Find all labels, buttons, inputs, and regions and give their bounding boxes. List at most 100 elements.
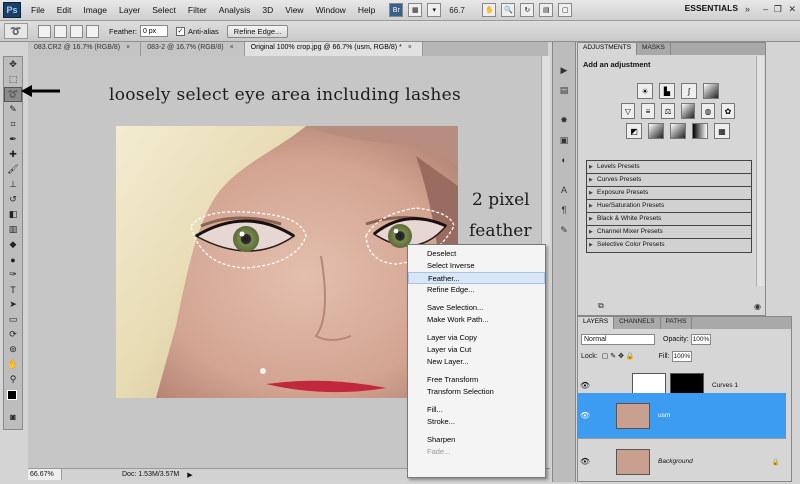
mini-bridge-button[interactable]: ▦	[408, 3, 423, 17]
shape-tool-icon[interactable]: ▭	[4, 312, 22, 327]
adjustments-scrollbar[interactable]	[756, 56, 764, 286]
tab-adjustments[interactable]: ADJUSTMENTS	[578, 43, 638, 55]
swatches-panel-icon[interactable]: ✸	[554, 112, 574, 128]
zoom-tool-icon[interactable]: ⚲	[4, 372, 22, 387]
menu-image[interactable]: Image	[77, 5, 113, 15]
menu-view[interactable]: View	[279, 5, 309, 15]
character-panel-icon[interactable]: A	[554, 182, 574, 198]
history-brush-icon[interactable]: ↺	[4, 192, 22, 207]
visibility-eye-icon[interactable]: 👁	[578, 381, 592, 390]
selective-color-icon[interactable]: ▦	[714, 123, 730, 139]
color-balance-icon[interactable]: ⚖	[661, 103, 675, 119]
menu-item-transform-selection[interactable]: Transform Selection	[408, 386, 545, 398]
opacity-field[interactable]: 100%	[690, 333, 711, 345]
tab-083-cr2[interactable]: 083.CR2 @ 16.7% (RGB/8) ×	[28, 42, 142, 56]
screen-mode-icon[interactable]: ▢	[558, 3, 573, 17]
healing-brush-icon[interactable]: ✚	[4, 147, 22, 162]
workspace-chevron-icon[interactable]: »	[745, 4, 750, 14]
exposure-icon[interactable]	[703, 83, 719, 99]
feather-input[interactable]	[139, 25, 168, 37]
new-selection-icon[interactable]	[38, 24, 51, 38]
3d-rotate-icon[interactable]: ⟳	[4, 327, 22, 342]
rotate-view-icon[interactable]: ↻	[520, 3, 535, 17]
actions-panel-icon[interactable]: ▤	[554, 82, 574, 98]
menu-3d[interactable]: 3D	[256, 5, 279, 15]
zoom-tool-icon[interactable]: 🔍	[501, 3, 516, 17]
tab-channels[interactable]: CHANNELS	[614, 317, 661, 329]
menu-item-free-transform[interactable]: Free Transform	[408, 374, 545, 386]
menu-help[interactable]: Help	[352, 5, 381, 15]
invert-icon[interactable]: ◩	[626, 123, 642, 139]
intersect-selection-icon[interactable]	[86, 24, 99, 38]
vibrance-icon[interactable]: ▽	[621, 103, 635, 119]
paragraph-panel-icon[interactable]: ¶	[554, 202, 574, 218]
adjustments-options-icon[interactable]: ◉	[754, 302, 761, 311]
3d-orbit-icon[interactable]: ⊚	[4, 342, 22, 357]
crop-tool-icon[interactable]: ⌗	[4, 117, 22, 132]
preset-black-white[interactable]: Black & White Presets	[587, 213, 751, 226]
view-extras-button[interactable]: ▾	[427, 3, 442, 17]
preset-exposure[interactable]: Exposure Presets	[587, 187, 751, 200]
add-selection-icon[interactable]	[54, 24, 67, 38]
arrange-documents-icon[interactable]: ▤	[539, 3, 554, 17]
lasso-preset-icon[interactable]: ➰	[4, 23, 28, 39]
blur-tool-icon[interactable]: ◆	[4, 237, 22, 252]
brushes-panel-icon[interactable]: ✎	[554, 222, 574, 238]
posterize-icon[interactable]	[648, 123, 664, 139]
preset-selective-color[interactable]: Selective Color Presets	[587, 239, 751, 252]
close-tab-icon[interactable]: ×	[230, 44, 234, 51]
preset-channel-mixer[interactable]: Channel Mixer Presets	[587, 226, 751, 239]
photo-filter-icon[interactable]: ◍	[701, 103, 715, 119]
preset-levels[interactable]: Levels Presets	[587, 161, 751, 174]
menu-filter[interactable]: Filter	[182, 5, 213, 15]
channel-mixer-icon[interactable]: ✿	[721, 103, 735, 119]
menu-item-make-work-path[interactable]: Make Work Path...	[408, 314, 545, 326]
menu-item-select-inverse[interactable]: Select Inverse	[408, 260, 545, 272]
subtract-selection-icon[interactable]	[70, 24, 83, 38]
menu-item-new-layer[interactable]: New Layer...	[408, 356, 545, 368]
visibility-eye-icon[interactable]: 👁	[578, 457, 592, 466]
menu-item-sharpen[interactable]: Sharpen	[408, 434, 545, 446]
close-icon[interactable]: ✕	[788, 4, 796, 15]
hue-saturation-icon[interactable]: ≡	[641, 103, 655, 119]
pen-tool-icon[interactable]: ✑	[4, 267, 22, 282]
status-zoom[interactable]: 66.67%	[28, 469, 62, 480]
menu-edit[interactable]: Edit	[51, 5, 78, 15]
preset-hue-saturation[interactable]: Hue/Saturation Presets	[587, 200, 751, 213]
brush-tool-icon[interactable]: 🖌	[4, 162, 22, 177]
hand-tool-icon[interactable]: ✋	[482, 3, 497, 17]
curves-icon[interactable]: ∫	[681, 83, 697, 99]
brightness-contrast-icon[interactable]: ☀	[637, 83, 653, 99]
clip-to-layer-icon[interactable]: ⧉	[598, 301, 604, 311]
move-tool-icon[interactable]: ✥	[4, 57, 22, 72]
history-panel-icon[interactable]: ▶	[554, 62, 574, 78]
menu-item-save-selection[interactable]: Save Selection...	[408, 302, 545, 314]
quick-selection-tool-icon[interactable]: ✎	[4, 102, 22, 117]
menu-item-layer-via-copy[interactable]: Layer via Copy	[408, 332, 545, 344]
tab-layers[interactable]: LAYERS	[578, 317, 615, 329]
foreground-color-swatch[interactable]	[7, 390, 17, 400]
status-arrow-icon[interactable]: ▶	[187, 471, 192, 479]
levels-icon[interactable]: ▙	[659, 83, 675, 99]
preset-curves[interactable]: Curves Presets	[587, 174, 751, 187]
tab-original-crop[interactable]: Original 100% crop.jpg @ 66.7% (usm, RGB…	[244, 42, 423, 56]
clone-stamp-icon[interactable]: ⊥	[4, 177, 22, 192]
hand-tool-icon[interactable]: ✋	[4, 357, 22, 372]
tab-paths[interactable]: PATHS	[661, 317, 693, 329]
bridge-button[interactable]: Br	[389, 3, 404, 17]
path-selection-icon[interactable]: ➤	[4, 297, 22, 312]
visibility-eye-icon[interactable]: 👁	[578, 411, 592, 420]
close-tab-icon[interactable]: ×	[126, 44, 130, 51]
menu-item-layer-via-cut[interactable]: Layer via Cut	[408, 344, 545, 356]
type-tool-icon[interactable]: T	[4, 282, 22, 297]
close-tab-icon[interactable]: ×	[408, 44, 412, 51]
tab-083-2[interactable]: 083-2 @ 16.7% (RGB/8) ×	[141, 42, 245, 56]
layer-usm[interactable]: 👁 usm	[578, 393, 786, 439]
layer-background[interactable]: 👁 Background 🔒	[578, 439, 786, 484]
black-white-icon[interactable]	[681, 103, 695, 119]
menu-select[interactable]: Select	[146, 5, 182, 15]
menu-layer[interactable]: Layer	[113, 5, 146, 15]
workspace-switcher[interactable]: ESSENTIALS	[685, 3, 738, 13]
minimize-icon[interactable]: –	[763, 4, 768, 14]
lock-icons[interactable]: ▢ ✎ ✥ 🔒	[602, 352, 635, 360]
